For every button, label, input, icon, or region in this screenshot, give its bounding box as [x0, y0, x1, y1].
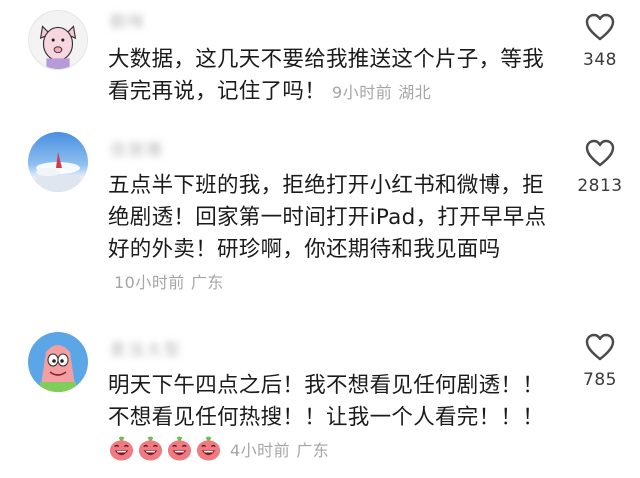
like-count: 348 [583, 50, 617, 70]
like-button[interactable]: 785 [568, 332, 632, 390]
like-count: 2813 [577, 176, 623, 196]
like-button[interactable]: 2813 [568, 138, 632, 196]
comment-meta: 9小时前 湖北 [332, 83, 431, 102]
comment-body: 五点半下班的我，拒绝打开小红书和微博，拒绝剧透！回家第一时间打开iPad，打开早… [108, 173, 547, 262]
user-avatar[interactable] [28, 132, 88, 192]
username[interactable]: 鹅咪 [110, 8, 146, 32]
like-button[interactable]: 348 [568, 12, 632, 70]
username[interactable]: 麦当大型 [110, 336, 182, 360]
comment-location: 湖北 [398, 83, 432, 102]
heart-icon [585, 139, 615, 167]
comment-location: 广东 [190, 273, 224, 292]
comment-time: 10小时前 [114, 273, 185, 292]
like-count: 785 [583, 370, 617, 390]
cartoon-pig-avatar-icon [39, 25, 77, 69]
comment-body: 大数据，这几天不要给我推送这个片子，等我看完再说，记住了吗！ [108, 47, 545, 104]
pink-laughing-emoji-icon [138, 436, 163, 461]
pink-laughing-emoji-icon [196, 436, 221, 461]
comment-meta: 4小时前 广东 [230, 441, 329, 460]
emoji-group [108, 436, 224, 462]
heart-icon [585, 333, 615, 361]
heart-icon [585, 13, 615, 41]
user-avatar[interactable] [28, 332, 88, 392]
comment-meta: 10小时前 广东 [114, 273, 224, 292]
comment-text: 大数据，这几天不要给我推送这个片子，等我看完再说，记住了吗！ 9小时前 湖北 [108, 44, 558, 109]
username[interactable]: 佳丽雅 [110, 136, 164, 160]
pink-laughing-emoji-icon [167, 436, 192, 461]
patrick-star-avatar-icon [28, 332, 88, 392]
pink-laughing-emoji-icon [109, 436, 134, 461]
user-avatar[interactable] [28, 10, 88, 70]
sky-photo-avatar-icon [36, 152, 80, 192]
comment-text: 五点半下班的我，拒绝打开小红书和微博，拒绝剧透！回家第一时间打开iPad，打开早… [108, 170, 558, 299]
comment-time: 9小时前 [332, 83, 393, 102]
comment-body: 明天下午四点之后！我不想看见任何剧透！！不想看见任何热搜！！让我一个人看完！！！ [108, 373, 545, 430]
comment-location: 广东 [296, 441, 330, 460]
comment-text: 明天下午四点之后！我不想看见任何剧透！！不想看见任何热搜！！让我一个人看完！！！… [108, 370, 558, 467]
comment-time: 4小时前 [230, 441, 291, 460]
